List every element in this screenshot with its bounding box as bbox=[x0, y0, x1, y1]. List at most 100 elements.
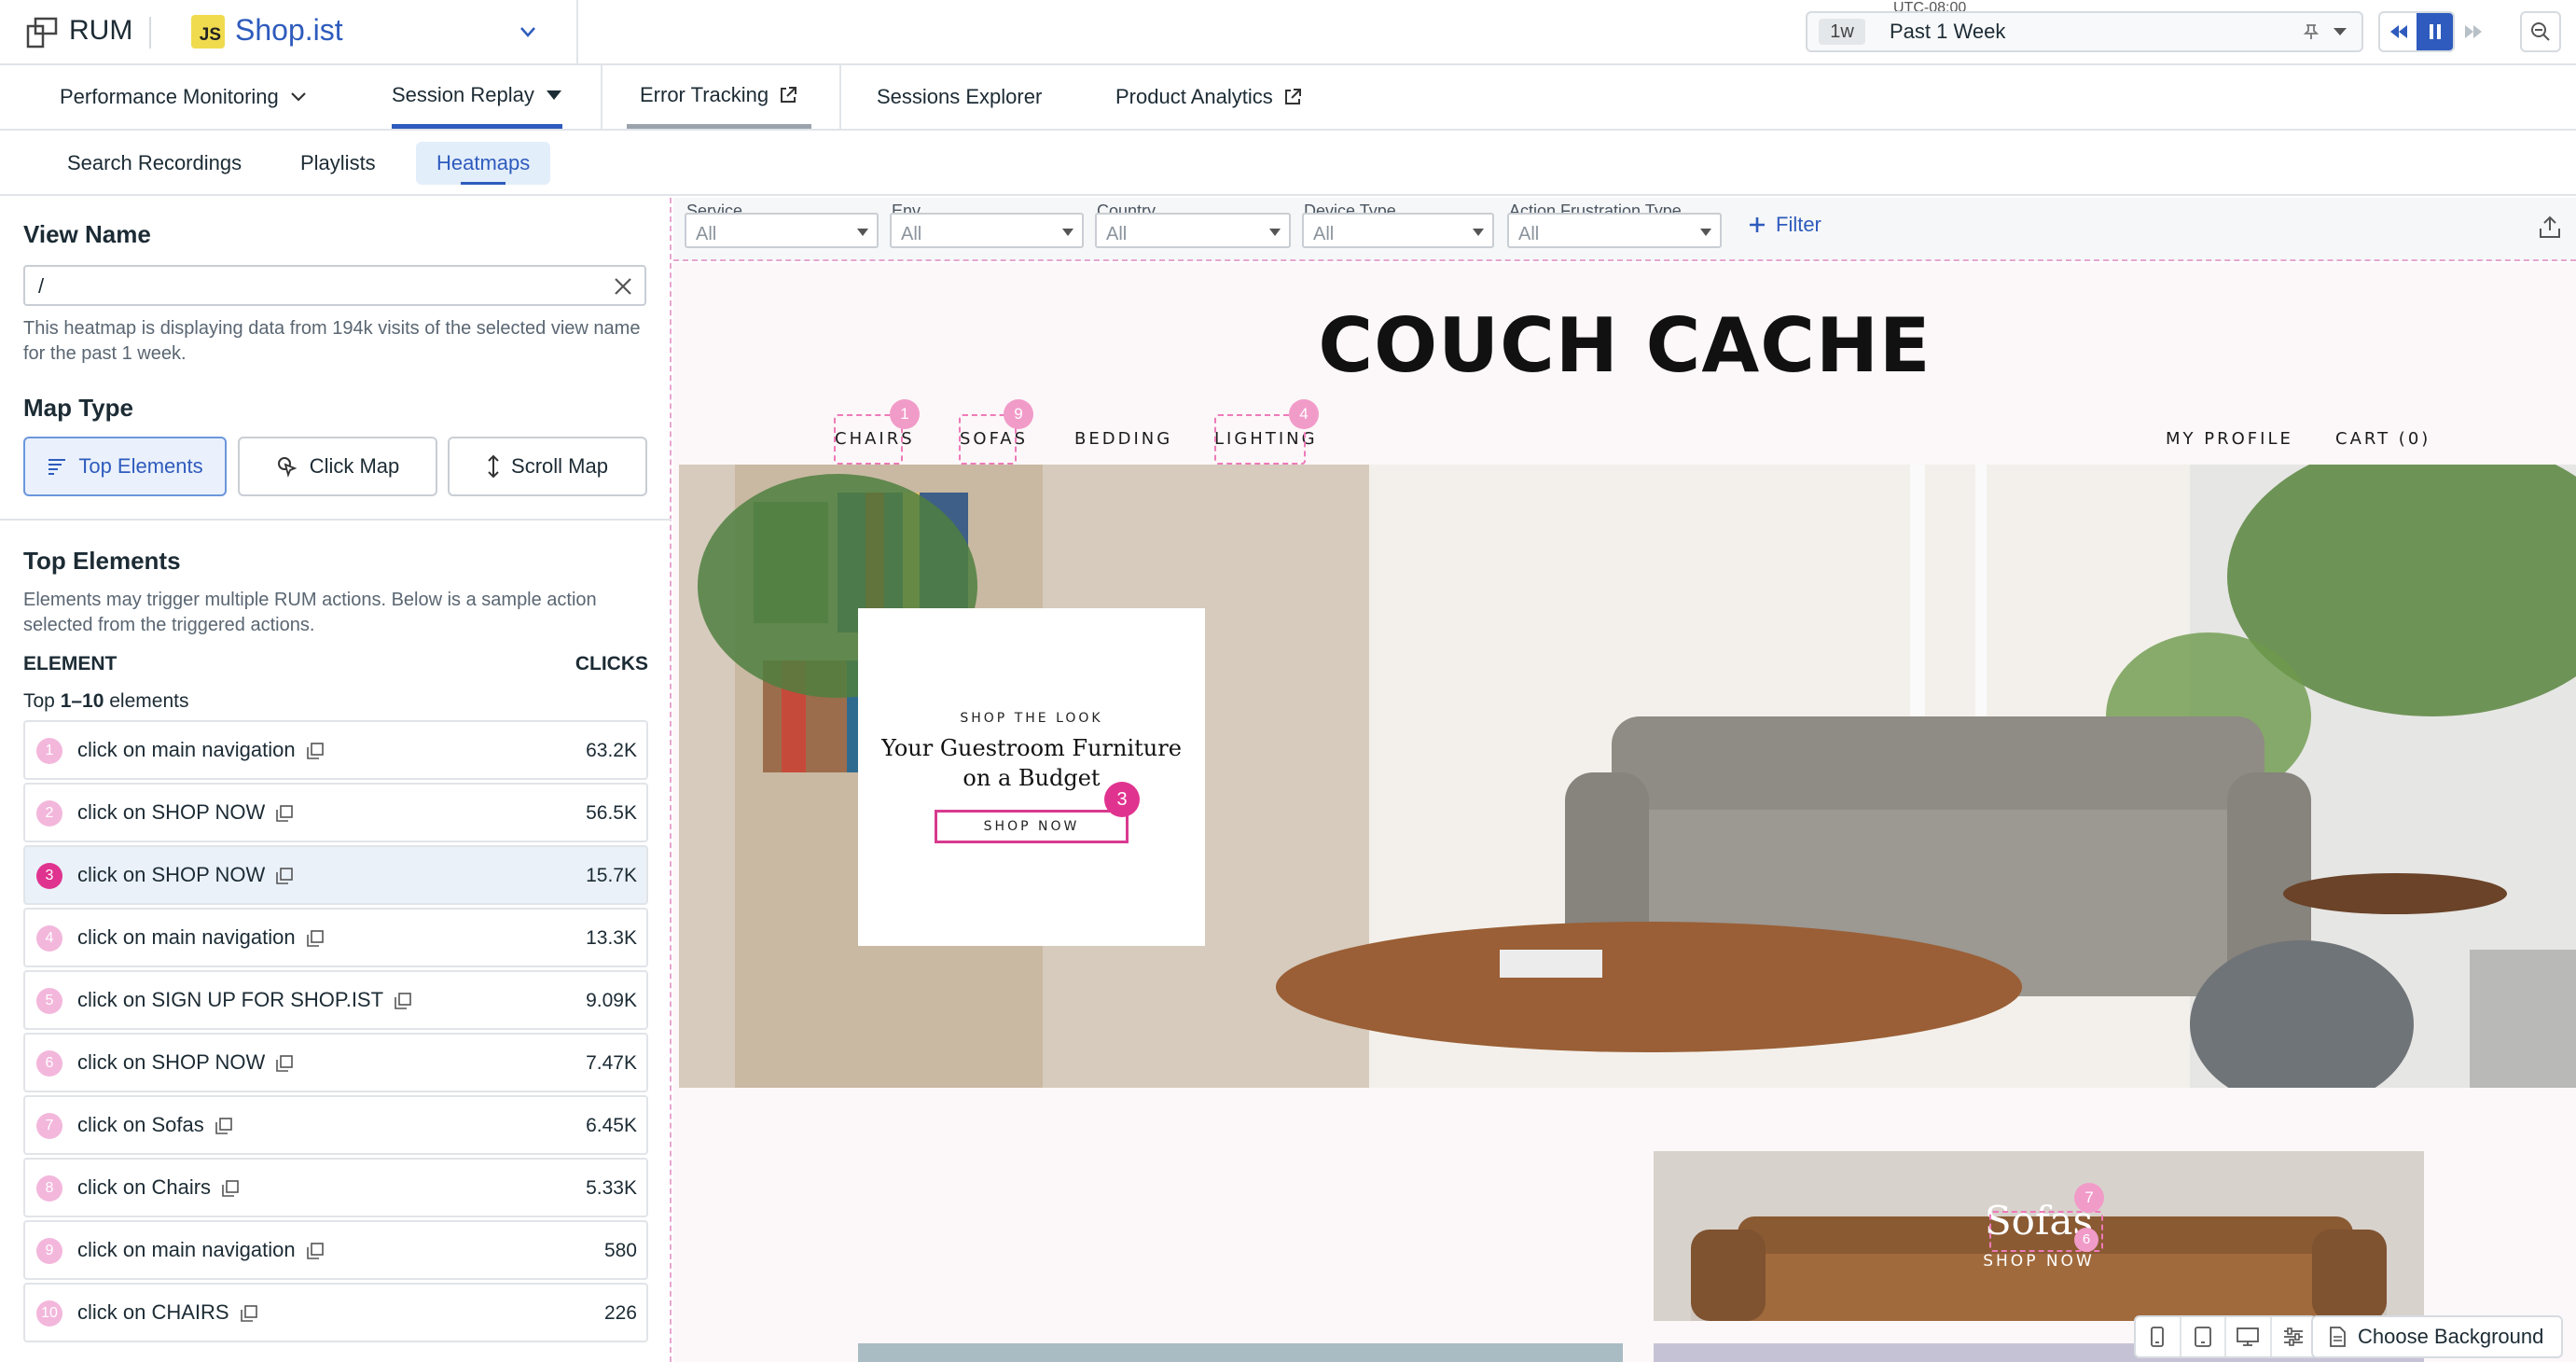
tab-performance-monitoring[interactable]: Performance Monitoring bbox=[60, 65, 307, 129]
rewind-icon bbox=[2389, 25, 2407, 38]
click-count: 9.09K bbox=[586, 990, 637, 1011]
copy-icon[interactable] bbox=[276, 1055, 294, 1072]
heatmap-pin[interactable]: 6 bbox=[2074, 1228, 2098, 1252]
copy-icon[interactable] bbox=[306, 930, 324, 947]
filter-select[interactable]: All bbox=[1507, 213, 1722, 248]
main-navigation: Performance Monitoring Session Replay Er… bbox=[0, 65, 2576, 131]
click-count: 226 bbox=[603, 1302, 637, 1324]
divider bbox=[149, 17, 151, 49]
playback-controls bbox=[2378, 11, 2455, 52]
heatmap-pin[interactable]: 1 bbox=[890, 399, 920, 429]
element-row[interactable]: 10 click on CHAIRS 226 bbox=[23, 1283, 648, 1342]
copy-icon[interactable] bbox=[395, 993, 411, 1009]
list-icon bbox=[48, 459, 66, 475]
filter-select[interactable]: All bbox=[685, 213, 879, 248]
view-name-input[interactable]: / bbox=[23, 265, 646, 306]
caret-down-icon bbox=[857, 229, 868, 236]
mobile-icon bbox=[2151, 1327, 2165, 1347]
pause-button[interactable] bbox=[2417, 13, 2453, 50]
element-row[interactable]: 7 click on Sofas 6.45K bbox=[23, 1095, 648, 1155]
element-row[interactable]: 1 click on main navigation 63.2K bbox=[23, 720, 648, 780]
choose-background-button[interactable]: Choose Background bbox=[2311, 1315, 2563, 1358]
element-action: click on SHOP NOW bbox=[77, 863, 294, 887]
heatmap-pin-selected[interactable]: 3 bbox=[1104, 782, 1140, 817]
display-settings-button[interactable] bbox=[2272, 1317, 2316, 1356]
sofas-shop-now[interactable]: SHOP NOW bbox=[1654, 1252, 2424, 1271]
action-label: click on SHOP NOW bbox=[77, 863, 266, 886]
top-bar: RUM JS Shop.ist UTC-08:00 1w Past 1 Week bbox=[0, 0, 2576, 65]
mobile-view-button[interactable] bbox=[2136, 1317, 2181, 1356]
click-count: 56.5K bbox=[586, 802, 637, 824]
tab-sessions-explorer[interactable]: Sessions Explorer bbox=[877, 65, 1042, 129]
tab-session-replay[interactable]: Session Replay bbox=[392, 65, 562, 129]
tablet-view-button[interactable] bbox=[2181, 1317, 2226, 1356]
tab-label: Sessions Explorer bbox=[877, 85, 1043, 108]
click-count: 63.2K bbox=[586, 740, 637, 761]
tab-error-tracking[interactable]: Error Tracking bbox=[627, 65, 812, 129]
tab-heatmaps[interactable]: Heatmaps bbox=[416, 142, 551, 185]
external-link-icon bbox=[1284, 89, 1301, 104]
copy-icon[interactable] bbox=[276, 805, 294, 822]
filter-select[interactable]: All bbox=[1095, 213, 1291, 248]
site-nav-cart[interactable]: CART (0) bbox=[2335, 429, 2431, 449]
export-icon[interactable] bbox=[2537, 215, 2563, 241]
element-row-selected[interactable]: 3 click on SHOP NOW 15.7K bbox=[23, 845, 648, 905]
tab-product-analytics[interactable]: Product Analytics bbox=[1115, 65, 1303, 129]
site-nav-my-profile[interactable]: MY PROFILE bbox=[2166, 429, 2293, 449]
element-row[interactable]: 5 click on SIGN UP FOR SHOP.IST 9.09K bbox=[23, 970, 648, 1030]
tab-search-recordings[interactable]: Search Recordings bbox=[47, 142, 262, 185]
desktop-view-button[interactable] bbox=[2226, 1317, 2272, 1356]
map-type-heading: Map Type bbox=[23, 394, 133, 422]
divider bbox=[839, 65, 841, 129]
copy-icon[interactable] bbox=[240, 1305, 257, 1322]
filter-select[interactable]: All bbox=[1302, 213, 1494, 248]
element-row[interactable]: 8 click on Chairs 5.33K bbox=[23, 1158, 648, 1217]
heatmap-pin[interactable]: 4 bbox=[1289, 399, 1319, 429]
site-logo: COUCH CACHE bbox=[1318, 302, 1932, 389]
scroll-map-button[interactable]: Scroll Map bbox=[448, 437, 647, 496]
tab-label: Error Tracking bbox=[640, 82, 769, 106]
chevron-down-icon[interactable] bbox=[515, 19, 541, 45]
elements-table-header: ELEMENT CLICKS bbox=[23, 653, 648, 675]
view-name-description: This heatmap is displaying data from 194… bbox=[23, 318, 641, 364]
add-filter-button[interactable]: Filter bbox=[1748, 213, 1821, 237]
element-row[interactable]: 4 click on main navigation 13.3K bbox=[23, 908, 648, 967]
element-action: click on main navigation bbox=[77, 1238, 324, 1262]
clear-icon[interactable] bbox=[613, 276, 633, 297]
top-elements-button[interactable]: Top Elements bbox=[23, 437, 227, 496]
heatmap-pin[interactable]: 9 bbox=[1004, 399, 1033, 429]
copy-icon[interactable] bbox=[306, 743, 324, 759]
document-icon bbox=[2330, 1327, 2346, 1347]
copy-icon[interactable] bbox=[215, 1118, 232, 1134]
heatmap-pin[interactable]: 7 bbox=[2074, 1183, 2104, 1213]
copy-icon[interactable] bbox=[276, 868, 294, 884]
pin-icon[interactable] bbox=[2302, 22, 2320, 41]
tab-label: Performance Monitoring bbox=[60, 85, 279, 108]
top-elements-description: Elements may trigger multiple RUM action… bbox=[23, 590, 597, 635]
column-element: ELEMENT bbox=[23, 653, 118, 674]
tab-label: Session Replay bbox=[392, 82, 534, 106]
site-nav-bedding[interactable]: BEDDING bbox=[1074, 429, 1172, 449]
top-elements-heading: Top Elements bbox=[23, 547, 181, 575]
element-row[interactable]: 9 click on main navigation 580 bbox=[23, 1220, 648, 1280]
click-map-button[interactable]: Click Map bbox=[238, 437, 437, 496]
fast-forward-button[interactable] bbox=[2453, 11, 2494, 52]
filter-select[interactable]: All bbox=[890, 213, 1084, 248]
element-action: click on main navigation bbox=[77, 738, 324, 762]
hero-shop-now-button[interactable]: SHOP NOW bbox=[935, 810, 1129, 843]
copy-icon[interactable] bbox=[306, 1243, 324, 1259]
tab-playlists[interactable]: Playlists bbox=[280, 142, 396, 185]
copy-icon[interactable] bbox=[222, 1180, 239, 1197]
time-range-picker[interactable]: 1w Past 1 Week bbox=[1806, 11, 2363, 52]
filter-bar: Service All Env All Country All Device T… bbox=[673, 198, 2576, 261]
zoom-out-button[interactable] bbox=[2520, 11, 2561, 52]
application-name[interactable]: Shop.ist bbox=[235, 13, 343, 48]
caret-down-icon[interactable] bbox=[2332, 24, 2348, 39]
zoom-out-icon bbox=[2531, 22, 2550, 41]
rewind-button[interactable] bbox=[2380, 13, 2417, 50]
javascript-icon: JS bbox=[191, 15, 225, 49]
element-row[interactable]: 6 click on SHOP NOW 7.47K bbox=[23, 1033, 648, 1092]
divider bbox=[601, 65, 602, 129]
element-row[interactable]: 2 click on SHOP NOW 56.5K bbox=[23, 783, 648, 842]
column-clicks: CLICKS bbox=[575, 653, 648, 674]
